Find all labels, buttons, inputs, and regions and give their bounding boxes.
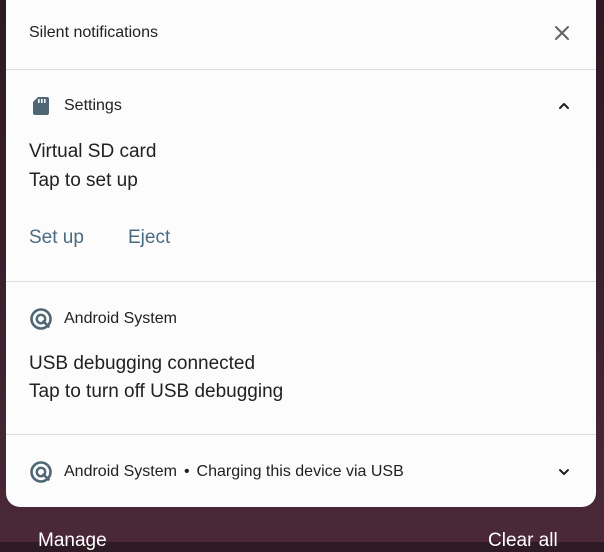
separator-dot: • [183, 463, 190, 480]
notification-text: Tap to set up [29, 170, 138, 191]
notification-title: USB debugging connected [29, 353, 256, 374]
notification-app-row: Android System [29, 307, 177, 331]
notification-app-row: Android System • Charging this device vi… [29, 460, 404, 484]
manage-button[interactable]: Manage [38, 530, 107, 552]
notification-app-name: Android System [64, 310, 177, 327]
notification-summary: Charging this device via USB [196, 463, 404, 480]
notification-title: Virtual SD card [29, 141, 157, 162]
close-icon[interactable] [550, 21, 574, 45]
android-system-icon [29, 307, 53, 331]
notification-app-name: Settings [64, 97, 122, 114]
notification-app-name: Android System [64, 463, 177, 480]
notification-app-row: Settings [29, 94, 122, 118]
set-up-button[interactable]: Set up [29, 227, 84, 249]
chevron-down-icon[interactable] [552, 460, 576, 484]
chevron-up-icon[interactable] [552, 94, 576, 118]
sd-card-icon [29, 94, 53, 118]
notification-usb-debugging[interactable]: Android System USB debugging connected T… [6, 282, 596, 434]
silent-notifications-header: Silent notifications [6, 0, 596, 69]
notification-virtual-sd-card[interactable]: Settings Virtual SD card Tap to set up S… [6, 70, 596, 280]
android-system-icon [29, 460, 53, 484]
eject-button[interactable]: Eject [128, 227, 170, 249]
notification-charging-usb[interactable]: Android System • Charging this device vi… [6, 435, 596, 507]
section-title: Silent notifications [29, 24, 158, 41]
notification-text: Tap to turn off USB debugging [29, 381, 284, 402]
clear-all-button[interactable]: Clear all [488, 530, 558, 552]
notification-panel: Silent notifications Settings Virtual SD… [6, 0, 596, 507]
